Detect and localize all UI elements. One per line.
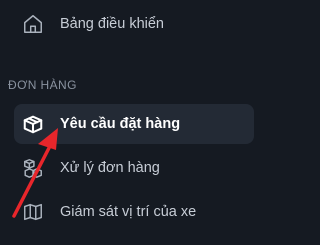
sidebar-item-dashboard[interactable]: Bảng điều khiển xyxy=(14,4,254,44)
home-icon xyxy=(22,13,44,35)
sidebar-item-order-request[interactable]: Yêu cầu đặt hàng xyxy=(14,104,254,144)
map-icon xyxy=(22,201,44,223)
sidebar-item-label: Giám sát vị trí của xe xyxy=(60,204,197,220)
sidebar-item-order-processing[interactable]: Xử lý đơn hàng xyxy=(14,148,254,188)
sidebar-item-label: Yêu cầu đặt hàng xyxy=(60,116,181,132)
section-label-orders: ĐƠN HÀNG xyxy=(8,78,77,92)
box-icon xyxy=(22,113,44,135)
sidebar-item-vehicle-monitoring[interactable]: Giám sát vị trí của xe xyxy=(14,192,254,232)
sidebar-item-label: Bảng điều khiển xyxy=(60,16,164,32)
boxes-icon xyxy=(22,157,44,179)
sidebar-item-label: Xử lý đơn hàng xyxy=(60,160,160,176)
